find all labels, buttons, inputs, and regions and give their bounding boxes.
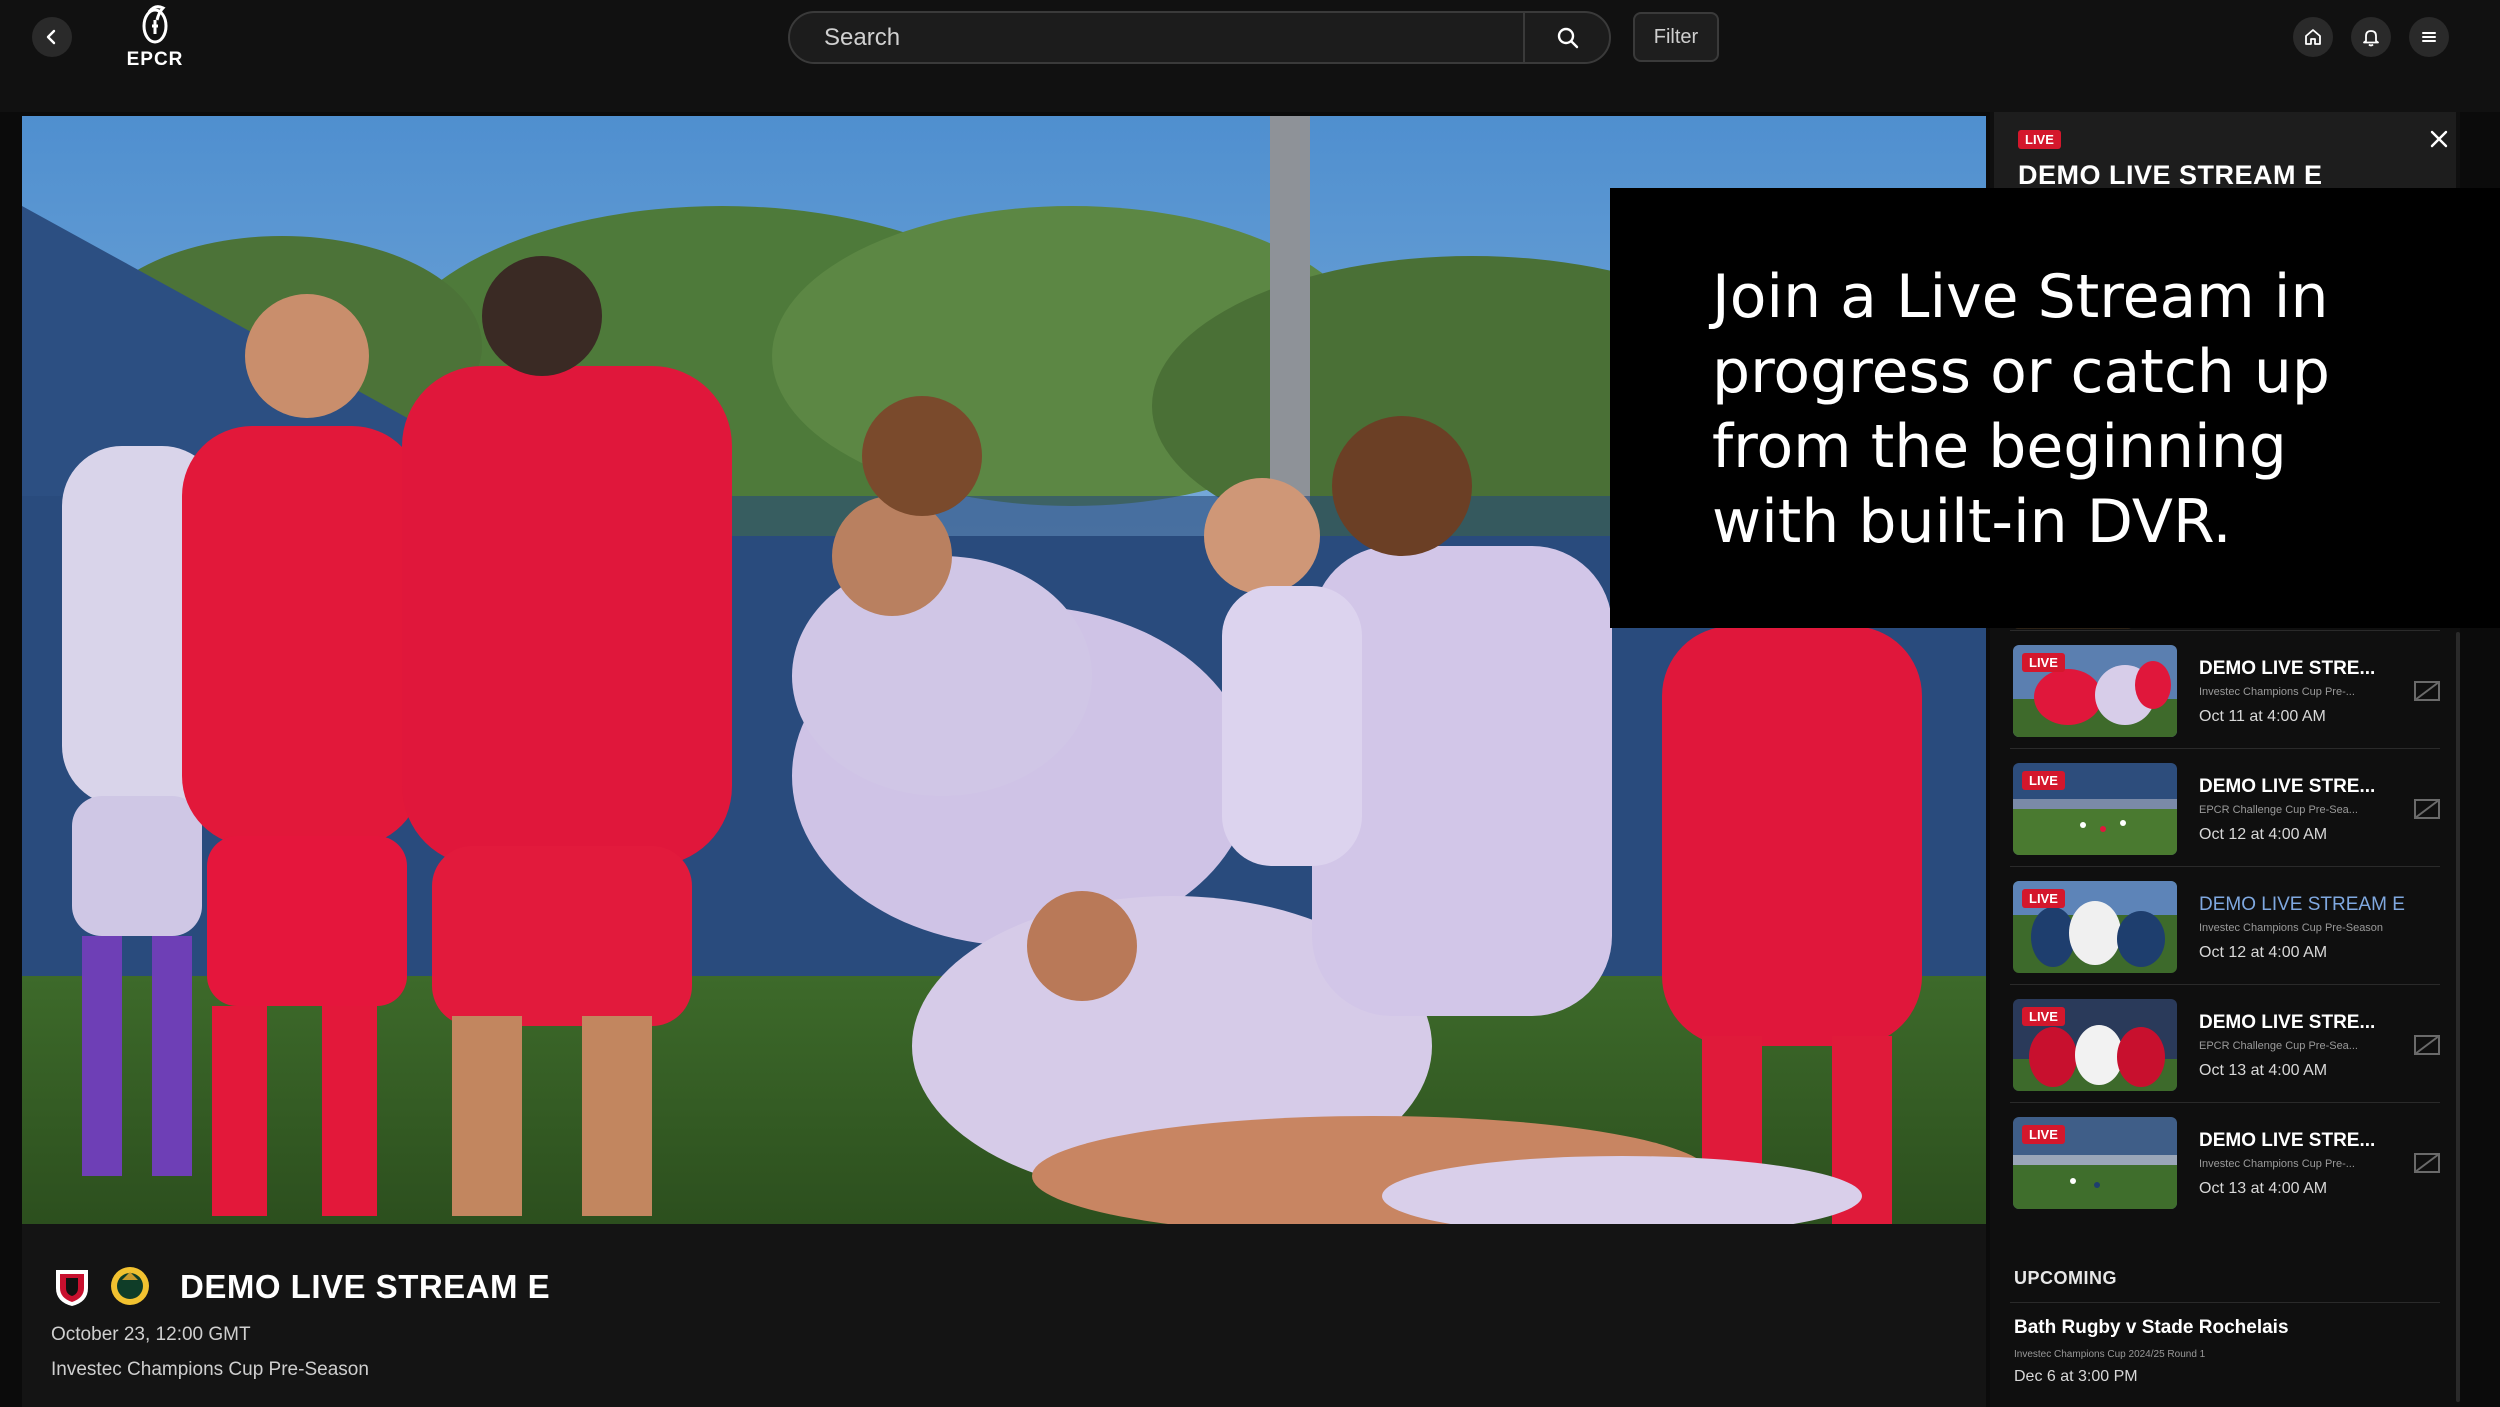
search-bar xyxy=(788,11,1611,64)
exeter-chiefs-badge-icon xyxy=(111,1267,149,1305)
item-competition: Investec Champions Cup Pre-Season xyxy=(2199,922,2384,934)
upcoming-divider xyxy=(2010,1302,2440,1303)
item-competition: EPCR Challenge Cup Pre-Sea... xyxy=(2199,804,2358,816)
stream-title: DEMO LIVE STREAM E xyxy=(180,1268,551,1305)
epcr-logo[interactable]: EPCR xyxy=(125,2,185,74)
item-live-badge: LIVE xyxy=(2022,889,2065,908)
stream-date: October 23, 12:00 GMT xyxy=(51,1324,251,1345)
stream-list-item-active[interactable]: LIVE DEMO LIVE STREAM E Investec Champio… xyxy=(2010,866,2440,984)
back-arrow-icon xyxy=(46,29,56,45)
close-icon xyxy=(2430,130,2448,148)
logo-text: EPCR xyxy=(126,49,184,70)
stream-list-item[interactable]: LIVE DEMO LIVE STRE... EPCR Challenge Cu… xyxy=(2010,984,2440,1102)
stream-list-item[interactable]: LIVE DEMO LIVE STRE... Investec Champion… xyxy=(2010,630,2440,748)
item-title: DEMO LIVE STRE... xyxy=(2199,1012,2376,1033)
item-title: DEMO LIVE STREAM E xyxy=(2199,894,2405,915)
item-title: DEMO LIVE STRE... xyxy=(2199,1130,2376,1151)
item-live-badge: LIVE xyxy=(2022,1125,2065,1144)
search-icon xyxy=(1557,27,1579,48)
panel-title: DEMO LIVE STREAM E xyxy=(2018,160,2323,190)
stream-info-bar: DEMO LIVE STREAM E October 23, 12:00 GMT… xyxy=(22,1224,1986,1407)
stream-list: LIVE DEMO LIVE STRE... Investec Champion… xyxy=(2010,630,2440,1220)
item-time: Oct 12 at 4:00 AM xyxy=(2199,944,2328,961)
menu-button[interactable] xyxy=(2409,17,2449,57)
epcr-logo-mark-icon xyxy=(142,5,168,44)
stream-list-item[interactable]: LIVE DEMO LIVE STRE... EPCR Challenge Cu… xyxy=(2010,748,2440,866)
upcoming-title[interactable]: Bath Rugby v Stade Rochelais xyxy=(2014,1317,2289,1339)
live-badge: LIVE xyxy=(2018,130,2061,149)
home-icon xyxy=(2305,29,2321,45)
item-time: Oct 12 at 4:00 AM xyxy=(2199,826,2328,843)
bell-icon xyxy=(2363,30,2379,47)
panel-header: LIVE DEMO LIVE STREAM E xyxy=(1994,112,2456,190)
stream-list-item[interactable]: LIVE DEMO LIVE STRE... Investec Champion… xyxy=(2010,1102,2440,1220)
item-live-badge: LIVE xyxy=(2022,1007,2065,1026)
add-to-calendar-icon[interactable] xyxy=(2412,1031,2442,1057)
feature-callout-text: Join a Live Stream in progress or catch … xyxy=(1712,262,2331,557)
home-button[interactable] xyxy=(2293,17,2333,57)
add-to-calendar-icon[interactable] xyxy=(2412,1149,2442,1175)
feature-callout: Join a Live Stream in progress or catch … xyxy=(1610,188,2500,628)
close-panel-button[interactable] xyxy=(2426,126,2452,152)
stream-competition: Investec Champions Cup Pre-Season xyxy=(51,1359,369,1380)
panel-scrollbar[interactable] xyxy=(2456,632,2460,1402)
search-button[interactable] xyxy=(1525,13,1609,62)
item-live-badge: LIVE xyxy=(2022,771,2065,790)
back-button[interactable] xyxy=(32,17,72,57)
upcoming-competition: Investec Champions Cup 2024/25 Round 1 xyxy=(2014,1349,2206,1360)
item-time: Oct 13 at 4:00 AM xyxy=(2199,1180,2328,1197)
filter-button[interactable]: Filter xyxy=(1633,12,1719,62)
add-to-calendar-icon[interactable] xyxy=(2412,677,2442,703)
item-title: DEMO LIVE STRE... xyxy=(2199,776,2376,797)
upcoming-heading: UPCOMING xyxy=(2014,1268,2117,1288)
item-competition: Investec Champions Cup Pre-... xyxy=(2199,686,2355,698)
top-bar: EPCR Filter xyxy=(0,0,2500,112)
stade-toulousain-badge-icon xyxy=(56,1270,88,1306)
menu-icon xyxy=(2422,32,2436,42)
item-time: Oct 11 at 4:00 AM xyxy=(2199,708,2326,725)
item-title: DEMO LIVE STRE... xyxy=(2199,658,2376,679)
search-input[interactable] xyxy=(790,13,1523,62)
item-live-badge: LIVE xyxy=(2022,653,2065,672)
notifications-button[interactable] xyxy=(2351,17,2391,57)
add-to-calendar-icon[interactable] xyxy=(2412,795,2442,821)
item-competition: Investec Champions Cup Pre-... xyxy=(2199,1158,2355,1170)
item-time: Oct 13 at 4:00 AM xyxy=(2199,1062,2328,1079)
item-competition: EPCR Challenge Cup Pre-Sea... xyxy=(2199,1040,2358,1052)
upcoming-time: Dec 6 at 3:00 PM xyxy=(2014,1368,2138,1385)
